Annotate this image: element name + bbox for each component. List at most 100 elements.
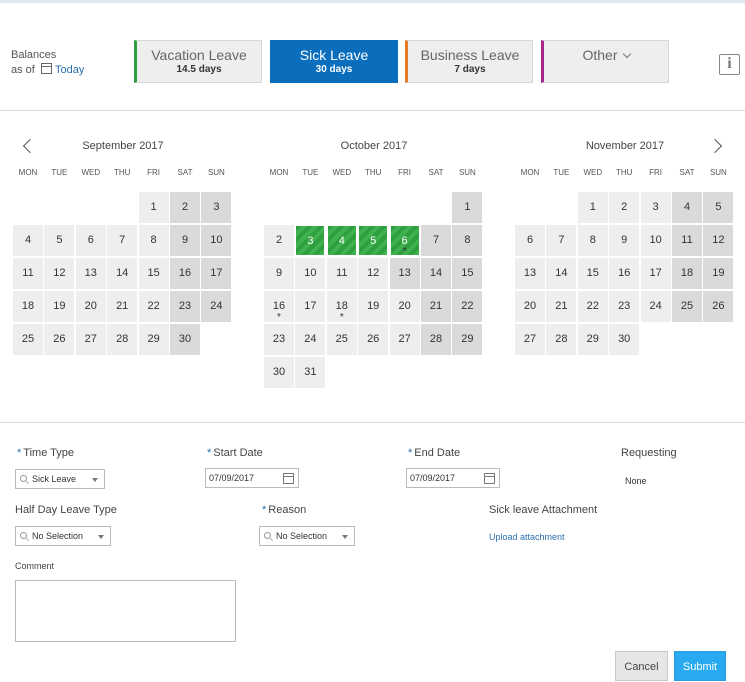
calendar-day[interactable]: 7 (421, 225, 451, 256)
calendar-day[interactable]: 7 (107, 225, 138, 256)
calendar-day[interactable]: 13 (515, 258, 545, 289)
calendar-day[interactable]: 28 (107, 324, 138, 355)
calendar-day[interactable]: 25 * (326, 313, 357, 355)
calendar-day[interactable]: 2 (264, 225, 294, 256)
calendar-day[interactable]: 13 * (389, 247, 420, 289)
calendar-day[interactable]: 20 (389, 291, 420, 322)
calendar-day[interactable]: 16 (609, 258, 640, 289)
calendar-day[interactable]: 22 (452, 291, 483, 322)
calendar-day[interactable]: 31 (295, 357, 326, 388)
calendar-day[interactable]: 26 (358, 324, 389, 355)
calendar-day[interactable]: 29 (138, 324, 169, 355)
calendar-day[interactable]: 2 (170, 192, 200, 223)
calendar-day[interactable]: 20 (515, 291, 545, 322)
calendar-icon[interactable] (283, 473, 294, 484)
info-icon[interactable]: i (719, 54, 740, 75)
calendar-day[interactable]: 5 (44, 225, 75, 256)
leave-tile-sick[interactable]: Sick Leave 30 days (270, 40, 398, 83)
calendar-day[interactable]: 22 (138, 291, 169, 322)
calendar-day[interactable]: 4 (13, 225, 43, 256)
calendar-day[interactable]: 8 (138, 225, 169, 256)
calendar-day[interactable]: 6 (515, 225, 545, 256)
start-date-input[interactable]: 07/09/2017 (205, 468, 299, 488)
calendar-day[interactable]: 27 (389, 324, 420, 355)
calendar-day[interactable]: 9 (609, 225, 640, 256)
calendar-day[interactable]: 24 (640, 291, 671, 322)
calendar-day[interactable]: 1 (577, 192, 608, 223)
calendar-day[interactable]: 21 (546, 291, 577, 322)
calendar-day[interactable]: 14 (546, 258, 577, 289)
calendar-day[interactable]: 7 (546, 225, 577, 256)
calendar-day[interactable]: 28 (421, 324, 451, 355)
calendar-day[interactable]: 18 (13, 291, 43, 322)
calendar-day[interactable]: 23 (170, 291, 200, 322)
calendar-day[interactable]: 18 (672, 258, 702, 289)
calendar-day[interactable]: 17 (201, 258, 232, 289)
calendar-day[interactable]: 12 (44, 258, 75, 289)
calendar-day[interactable]: 14 (107, 258, 138, 289)
calendar-day[interactable]: 12 (703, 225, 734, 256)
calendar-day[interactable]: 15 (452, 258, 483, 289)
calendar-day[interactable]: 26 (44, 324, 75, 355)
calendar-day[interactable]: 15 (577, 258, 608, 289)
calendar-day[interactable]: 17 (295, 291, 326, 322)
calendar-day[interactable]: 9 (170, 225, 200, 256)
calendar-day[interactable]: 23 (609, 291, 640, 322)
leave-tile-business[interactable]: Business Leave 7 days (405, 40, 533, 83)
calendar-day[interactable]: 29 (452, 324, 483, 355)
calendar-day-selected[interactable]: 4 (326, 225, 357, 256)
calendar-day[interactable]: 25 (672, 291, 702, 322)
time-type-select[interactable]: Sick Leave (15, 469, 105, 489)
calendar-day[interactable]: 30 (264, 357, 294, 388)
today-link[interactable]: Today (55, 64, 84, 76)
calendar-day[interactable]: 8 (577, 225, 608, 256)
calendar-day[interactable]: 6 (75, 225, 106, 256)
comment-field[interactable] (15, 580, 236, 642)
leave-tile-vacation[interactable]: Vacation Leave 14.5 days (134, 40, 262, 83)
calendar-day[interactable]: 30 (609, 324, 640, 355)
calendar-day[interactable]: 24 (295, 324, 326, 355)
calendar-day[interactable]: 23 * (264, 313, 294, 355)
calendar-day[interactable]: 14 (421, 258, 451, 289)
calendar-day[interactable]: 15 (138, 258, 169, 289)
calendar-day[interactable]: 16 (170, 258, 200, 289)
calendar-day[interactable]: 3 (201, 192, 232, 223)
end-date-input[interactable]: 07/09/2017 (406, 468, 500, 488)
calendar-day[interactable]: 10 (201, 225, 232, 256)
half-day-select[interactable]: No Selection (15, 526, 111, 546)
calendar-icon[interactable] (40, 63, 52, 74)
calendar-day[interactable]: 20 (75, 291, 106, 322)
calendar-day[interactable]: 5 (703, 192, 734, 223)
cancel-button[interactable]: Cancel (615, 651, 668, 681)
submit-button[interactable]: Submit (674, 651, 726, 681)
calendar-day-selected[interactable]: 5 (358, 225, 389, 256)
calendar-day[interactable]: 19 (44, 291, 75, 322)
leave-tile-other[interactable]: Other (541, 40, 669, 83)
calendar-day[interactable]: 11 (672, 225, 702, 256)
calendar-day[interactable]: 9 (264, 258, 294, 289)
calendar-day[interactable]: 2 (609, 192, 640, 223)
calendar-day[interactable]: 11 (326, 258, 357, 289)
calendar-day[interactable]: 10 (640, 225, 671, 256)
calendar-day[interactable]: 21 (107, 291, 138, 322)
calendar-day[interactable]: 4 (672, 192, 702, 223)
calendar-day[interactable]: 8 (452, 225, 483, 256)
calendar-day[interactable]: 27 (515, 324, 545, 355)
calendar-day[interactable]: 24 (201, 291, 232, 322)
reason-select[interactable]: No Selection (259, 526, 355, 546)
calendar-icon[interactable] (484, 473, 495, 484)
calendar-day[interactable]: 26 (703, 291, 734, 322)
calendar-day[interactable]: 25 (13, 324, 43, 355)
calendar-day[interactable]: 1 (452, 192, 483, 223)
calendar-day-selected[interactable]: 3 (295, 225, 326, 256)
upload-attachment-link[interactable]: Upload attachment (489, 532, 565, 542)
calendar-day[interactable]: 21 (421, 291, 451, 322)
calendar-day[interactable]: 1 (138, 192, 169, 223)
calendar-day[interactable]: 12 (358, 258, 389, 289)
calendar-day[interactable]: 13 (75, 258, 106, 289)
calendar-day[interactable]: 27 (75, 324, 106, 355)
calendar-day[interactable]: 19 (358, 291, 389, 322)
calendar-day[interactable]: 22 (577, 291, 608, 322)
calendar-day[interactable]: 28 (546, 324, 577, 355)
calendar-day[interactable]: 3 (640, 192, 671, 223)
